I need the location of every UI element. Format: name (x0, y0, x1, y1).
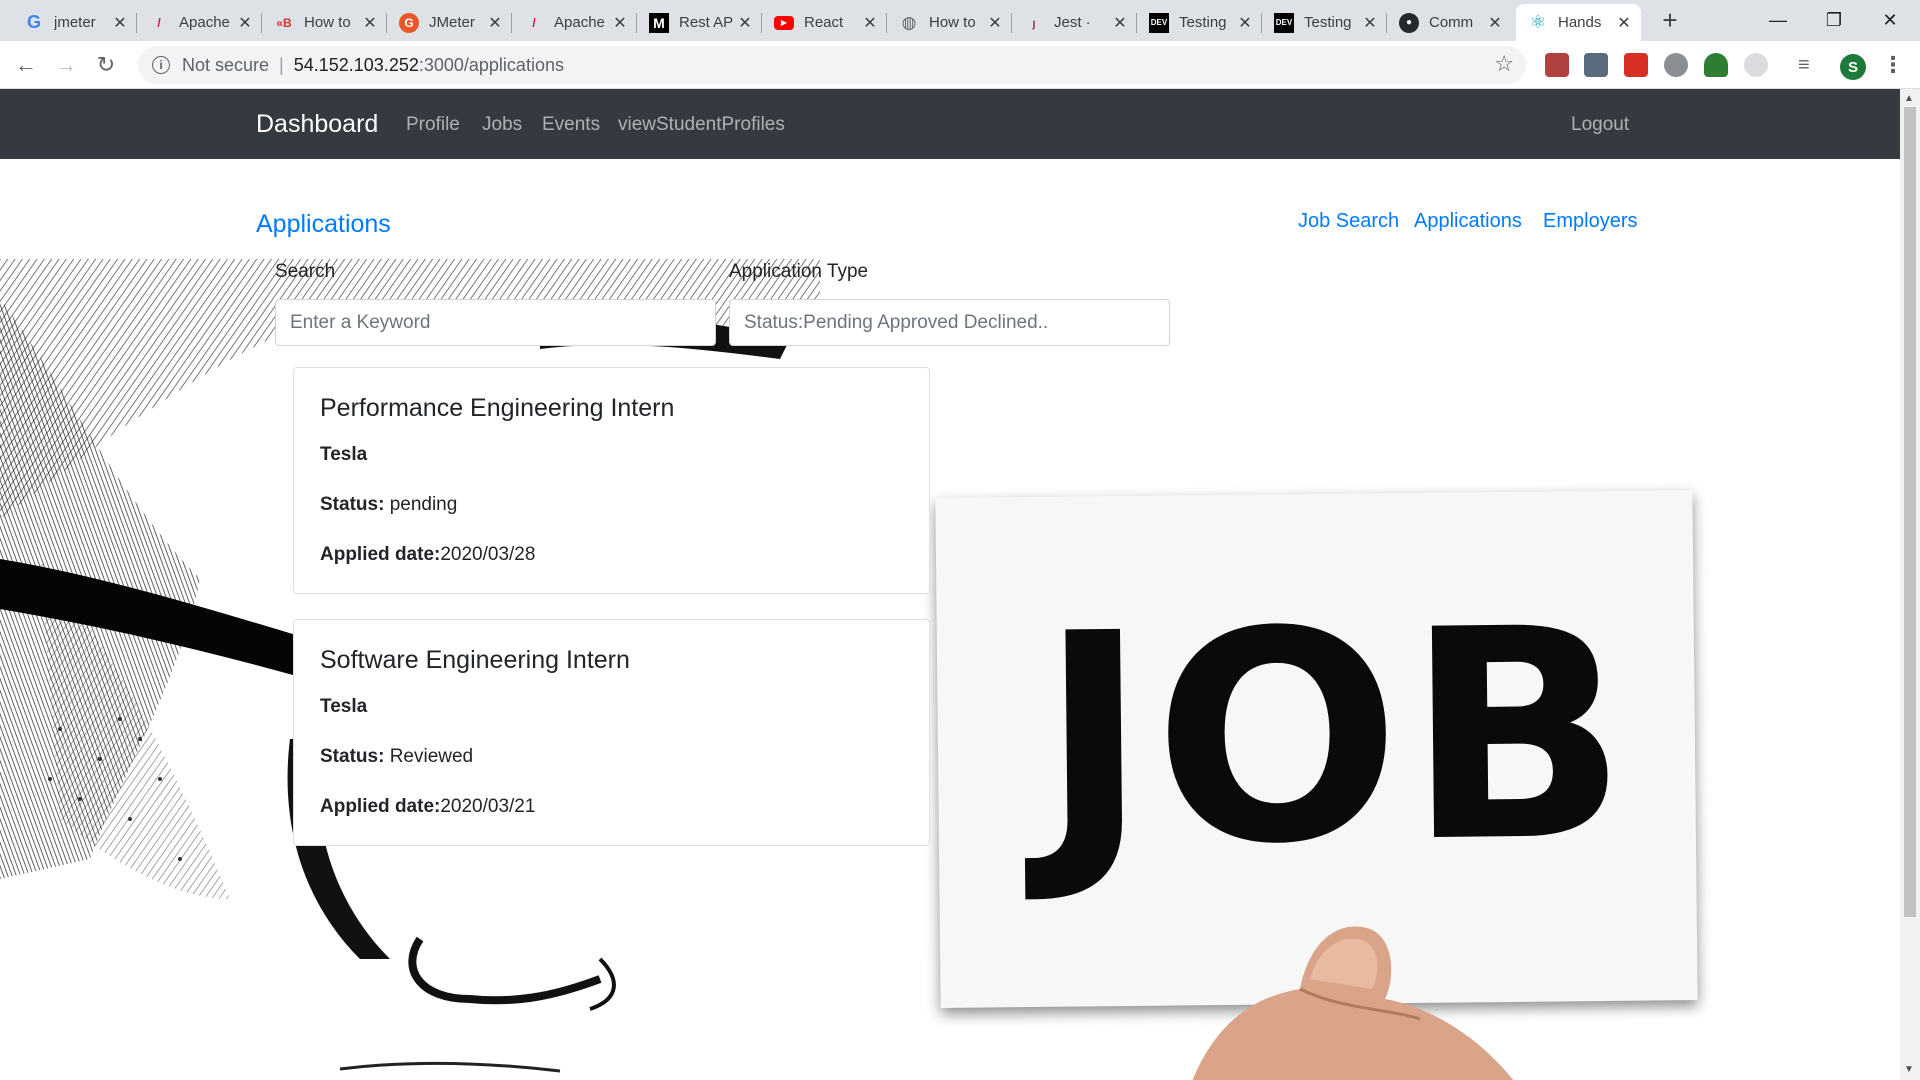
navbar-brand[interactable]: Dashboard (256, 110, 378, 139)
extension-icon[interactable] (1744, 53, 1768, 77)
globe-icon: ◍ (901, 12, 917, 32)
close-window-icon[interactable]: ✕ (1862, 0, 1918, 41)
browser-tab[interactable]: ▶ React ✕ (762, 4, 887, 41)
browser-tab[interactable]: DEV Testing ✕ (1137, 4, 1262, 41)
browser-tab[interactable]: G jmeter ✕ (12, 4, 137, 41)
nav-link-profile[interactable]: Profile (406, 114, 460, 136)
application-type-input[interactable] (729, 299, 1170, 346)
browser-tab[interactable]: / Apache ✕ (512, 4, 637, 41)
application-status: Status: pending (320, 494, 458, 515)
applied-date: Applied date:2020/03/21 (320, 796, 536, 817)
company-name: Tesla (320, 444, 368, 465)
new-tab-icon[interactable]: + (1656, 7, 1684, 35)
extension-icon[interactable] (1624, 53, 1648, 77)
close-tab-icon[interactable]: ✕ (486, 13, 504, 33)
background-hand-image (1192, 926, 1514, 1080)
browser-tab-strip: G jmeter ✕ / Apache ✕ «B How to ✕ G JMet… (0, 0, 1920, 41)
application-status: Status: Reviewed (320, 746, 474, 767)
close-tab-icon[interactable]: ✕ (1236, 13, 1254, 33)
react-icon: ⚛ (1529, 12, 1547, 32)
close-tab-icon[interactable]: ✕ (1486, 13, 1504, 33)
applied-date: Applied date:2020/03/28 (320, 544, 536, 565)
page-title[interactable]: Applications (256, 210, 391, 239)
url-host: 54.152.103.252 (293, 54, 419, 75)
subnav-employers[interactable]: Employers (1543, 210, 1637, 233)
security-status: Not secure (182, 54, 270, 75)
close-tab-icon[interactable]: ✕ (236, 13, 254, 33)
apache-feather-icon: / (532, 15, 536, 30)
pdf-extension-icon[interactable] (1545, 53, 1569, 77)
restore-icon[interactable]: ❐ (1806, 0, 1862, 41)
github-icon: ● (1399, 12, 1419, 33)
nav-link-events[interactable]: Events (542, 114, 600, 136)
close-tab-icon[interactable]: ✕ (1615, 13, 1633, 33)
html-extension-icon[interactable] (1704, 53, 1728, 77)
jest-icon: ȷ (1032, 15, 1036, 30)
back-icon[interactable]: ← (10, 49, 42, 81)
browser-tab[interactable]: ◍ How to ✕ (887, 4, 1012, 41)
bug-extension-icon[interactable] (1664, 53, 1688, 77)
close-tab-icon[interactable]: ✕ (611, 13, 629, 33)
app-navbar: Dashboard Profile Jobs Events viewStuden… (0, 89, 1900, 159)
close-tab-icon[interactable]: ✕ (1361, 13, 1379, 33)
background-job-text: JOB (1038, 566, 1636, 911)
close-tab-icon[interactable]: ✕ (861, 13, 879, 33)
dev-icon: DEV (1149, 12, 1169, 33)
browser-tab[interactable]: M Rest AP ✕ (637, 4, 762, 41)
apache-feather-icon: / (157, 15, 161, 30)
close-tab-icon[interactable]: ✕ (736, 13, 754, 33)
browser-tab[interactable]: DEV Testing ✕ (1262, 4, 1387, 41)
logout-link[interactable]: Logout (1571, 114, 1629, 136)
forward-icon[interactable]: → (50, 49, 82, 81)
extension-icon[interactable] (1584, 53, 1608, 77)
search-label: Search (275, 261, 336, 282)
google-icon: G (26, 12, 41, 32)
browser-tab[interactable]: / Apache ✕ (137, 4, 262, 41)
profile-avatar[interactable]: S (1840, 54, 1866, 80)
bookmark-star-icon[interactable]: ☆ (1494, 51, 1514, 77)
browser-tab[interactable]: ȷ Jest · ✕ (1012, 4, 1137, 41)
subnav-job-search[interactable]: Job Search (1298, 210, 1399, 233)
scroll-down-icon[interactable]: ▼ (1904, 1064, 1914, 1075)
application-card[interactable]: Software Engineering Intern Tesla Status… (293, 619, 930, 846)
close-tab-icon[interactable]: ✕ (986, 13, 1004, 33)
company-name: Tesla (320, 696, 368, 717)
browser-tab[interactable]: «B How to ✕ (262, 4, 387, 41)
url-path: :3000/applications (418, 54, 564, 75)
browser-tab[interactable]: G JMeter ✕ (387, 4, 512, 41)
browser-toolbar: ← → ↻ i Not secure | 54.152.103.252:3000… (0, 41, 1920, 89)
nav-link-jobs[interactable]: Jobs (482, 114, 522, 136)
youtube-icon: ▶ (774, 15, 794, 30)
job-title: Software Engineering Intern (320, 646, 630, 674)
application-card[interactable]: Performance Engineering Intern Tesla Sta… (293, 367, 930, 594)
scroll-up-icon[interactable]: ▲ (1904, 93, 1914, 104)
job-title: Performance Engineering Intern (320, 394, 675, 422)
info-icon[interactable]: i (152, 56, 170, 74)
address-bar[interactable]: i Not secure | 54.152.103.252:3000/appli… (138, 46, 1526, 84)
close-tab-icon[interactable]: ✕ (111, 13, 129, 33)
page-viewport: JOB Dashboard Profile Jobs Events viewSt… (0, 89, 1900, 1080)
page-scrollbar[interactable]: ▲ ▼ (1900, 89, 1920, 1080)
blazemeter-icon: «B (276, 15, 292, 30)
scrollbar-thumb[interactable] (1904, 107, 1916, 917)
close-tab-icon[interactable]: ✕ (361, 13, 379, 33)
browser-menu-icon[interactable]: ⋮ (1882, 51, 1904, 79)
dev-icon: DEV (1274, 12, 1294, 33)
close-tab-icon[interactable]: ✕ (1111, 13, 1129, 33)
application-type-label: Application Type (729, 261, 869, 282)
reload-icon[interactable]: ↻ (90, 49, 122, 81)
browser-tab-active[interactable]: ⚛ Hands ✕ (1516, 4, 1641, 41)
nav-link-view-student-profiles[interactable]: viewStudentProfiles (618, 114, 785, 136)
jmeter-icon: G (399, 12, 419, 33)
minimize-icon[interactable]: — (1750, 0, 1806, 41)
media-control-icon[interactable]: ≡ (1798, 53, 1822, 77)
subnav-applications[interactable]: Applications (1414, 210, 1522, 233)
browser-tab[interactable]: ● Comm ✕ (1387, 4, 1512, 41)
medium-icon: M (649, 12, 669, 33)
search-input[interactable] (275, 299, 716, 346)
